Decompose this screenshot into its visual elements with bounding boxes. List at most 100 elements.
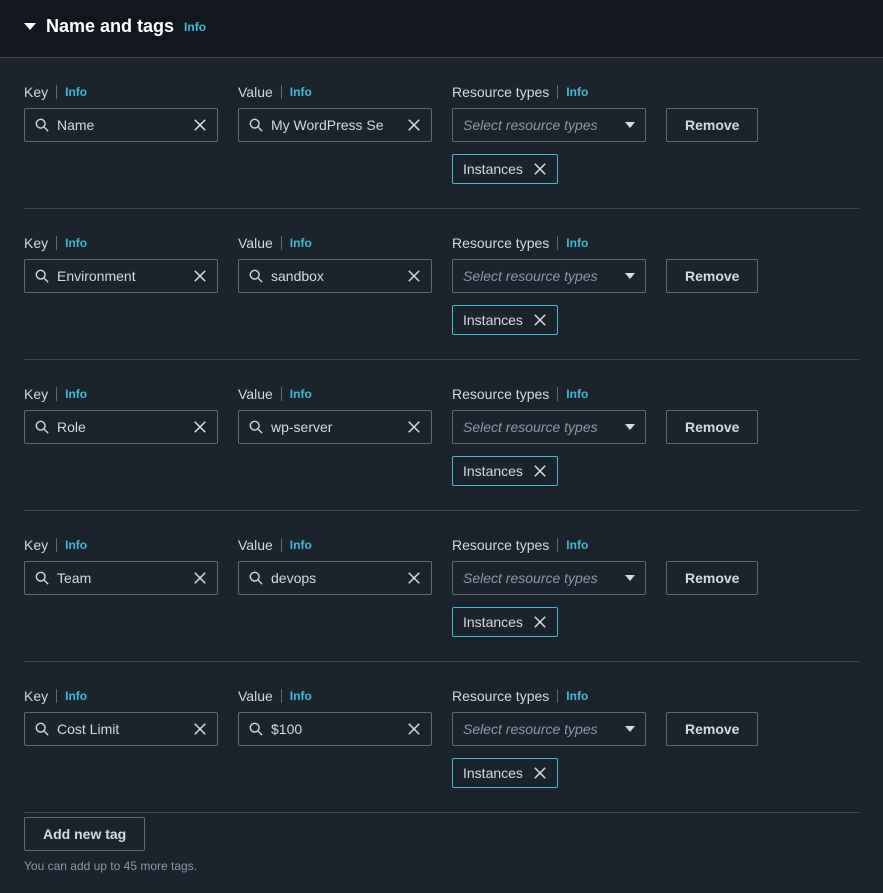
resource-type-chip: Instances xyxy=(452,607,558,637)
key-info-link[interactable]: Info xyxy=(65,538,87,552)
key-label: KeyInfo xyxy=(24,537,218,553)
header-info-link[interactable]: Info xyxy=(184,20,206,34)
value-column: ValueInfo xyxy=(238,84,432,142)
search-icon xyxy=(239,269,271,283)
resource-types-select[interactable]: Select resource types xyxy=(452,410,646,444)
key-info-link[interactable]: Info xyxy=(65,387,87,401)
tag-row: KeyInfo ValueInfo Resource typesInfo Select… xyxy=(24,511,859,662)
resource-types-info-link[interactable]: Info xyxy=(566,85,588,99)
resource-types-info-link[interactable]: Info xyxy=(566,387,588,401)
key-input[interactable] xyxy=(57,268,187,284)
add-new-tag-button[interactable]: Add new tag xyxy=(24,817,145,851)
key-input[interactable] xyxy=(57,117,187,133)
remove-tag-button[interactable]: Remove xyxy=(666,410,758,444)
value-info-link[interactable]: Info xyxy=(290,236,312,250)
remove-chip-icon[interactable] xyxy=(533,313,547,327)
value-input[interactable] xyxy=(271,268,401,284)
value-input[interactable] xyxy=(271,117,401,133)
value-info-link[interactable]: Info xyxy=(290,538,312,552)
value-info-link[interactable]: Info xyxy=(290,387,312,401)
remove-chip-icon[interactable] xyxy=(533,464,547,478)
search-icon xyxy=(239,118,271,132)
clear-value-icon[interactable] xyxy=(401,420,431,434)
value-column: ValueInfo xyxy=(238,537,432,595)
value-info-link[interactable]: Info xyxy=(290,689,312,703)
resource-types-select[interactable]: Select resource types xyxy=(452,259,646,293)
clear-key-icon[interactable] xyxy=(187,118,217,132)
clear-key-icon[interactable] xyxy=(187,571,217,585)
key-input[interactable] xyxy=(57,721,187,737)
remove-chip-icon[interactable] xyxy=(533,766,547,780)
remove-column: .Remove xyxy=(666,537,774,595)
clear-value-icon[interactable] xyxy=(401,722,431,736)
key-input-wrap xyxy=(24,108,218,142)
clear-key-icon[interactable] xyxy=(187,420,217,434)
select-placeholder: Select resource types xyxy=(463,721,598,737)
key-label: KeyInfo xyxy=(24,688,218,704)
key-label: KeyInfo xyxy=(24,84,218,100)
key-column: KeyInfo xyxy=(24,84,218,142)
resource-types-select[interactable]: Select resource types xyxy=(452,561,646,595)
chevron-down-icon xyxy=(625,273,635,279)
key-input-wrap xyxy=(24,259,218,293)
remove-tag-button[interactable]: Remove xyxy=(666,108,758,142)
clear-key-icon[interactable] xyxy=(187,269,217,283)
remove-chip-icon[interactable] xyxy=(533,162,547,176)
panel-header[interactable]: Name and tags Info xyxy=(0,0,883,58)
resource-types-select[interactable]: Select resource types xyxy=(452,108,646,142)
resource-types-chips: Instances xyxy=(452,154,646,184)
key-input-wrap xyxy=(24,712,218,746)
key-label: KeyInfo xyxy=(24,386,218,402)
collapse-caret-icon[interactable] xyxy=(24,23,36,30)
resource-types-info-link[interactable]: Info xyxy=(566,538,588,552)
resource-types-label: Resource typesInfo xyxy=(452,688,646,704)
resource-types-select[interactable]: Select resource types xyxy=(452,712,646,746)
remove-tag-button[interactable]: Remove xyxy=(666,712,758,746)
resource-types-chips: Instances xyxy=(452,758,646,788)
remove-chip-icon[interactable] xyxy=(533,615,547,629)
select-placeholder: Select resource types xyxy=(463,268,598,284)
value-input[interactable] xyxy=(271,419,401,435)
value-input[interactable] xyxy=(271,721,401,737)
remove-tag-button[interactable]: Remove xyxy=(666,561,758,595)
key-info-link[interactable]: Info xyxy=(65,689,87,703)
value-label: ValueInfo xyxy=(238,537,432,553)
clear-value-icon[interactable] xyxy=(401,571,431,585)
search-icon xyxy=(25,118,57,132)
tags-list: KeyInfo ValueInfo Resource typesInfo Select… xyxy=(0,58,883,893)
key-column: KeyInfo xyxy=(24,537,218,595)
resource-types-info-link[interactable]: Info xyxy=(566,689,588,703)
key-input[interactable] xyxy=(57,570,187,586)
clear-key-icon[interactable] xyxy=(187,722,217,736)
key-column: KeyInfo xyxy=(24,235,218,293)
remove-column: .Remove xyxy=(666,235,774,293)
resource-types-label: Resource typesInfo xyxy=(452,537,646,553)
clear-value-icon[interactable] xyxy=(401,118,431,132)
resource-type-chip: Instances xyxy=(452,305,558,335)
resource-types-chips: Instances xyxy=(452,607,646,637)
chevron-down-icon xyxy=(625,122,635,128)
remove-tag-button[interactable]: Remove xyxy=(666,259,758,293)
chip-label: Instances xyxy=(463,463,523,479)
key-input[interactable] xyxy=(57,419,187,435)
key-label: KeyInfo xyxy=(24,235,218,251)
key-info-link[interactable]: Info xyxy=(65,85,87,99)
clear-value-icon[interactable] xyxy=(401,269,431,283)
resource-types-chips: Instances xyxy=(452,305,646,335)
resource-type-chip: Instances xyxy=(452,456,558,486)
value-column: ValueInfo xyxy=(238,688,432,746)
chip-label: Instances xyxy=(463,312,523,328)
select-placeholder: Select resource types xyxy=(463,570,598,586)
resource-types-info-link[interactable]: Info xyxy=(566,236,588,250)
remove-column: .Remove xyxy=(666,688,774,746)
remove-column: .Remove xyxy=(666,84,774,142)
chevron-down-icon xyxy=(625,575,635,581)
value-info-link[interactable]: Info xyxy=(290,85,312,99)
search-icon xyxy=(239,420,271,434)
tag-row: KeyInfo ValueInfo Resource typesInfo Select… xyxy=(24,662,859,813)
value-input-wrap xyxy=(238,712,432,746)
value-input[interactable] xyxy=(271,570,401,586)
key-info-link[interactable]: Info xyxy=(65,236,87,250)
value-column: ValueInfo xyxy=(238,235,432,293)
value-input-wrap xyxy=(238,410,432,444)
